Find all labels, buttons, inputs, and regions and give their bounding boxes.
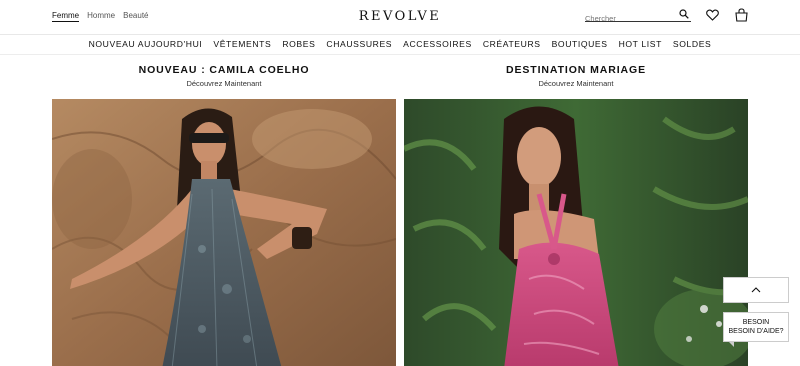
- nav-vetements[interactable]: VÊTEMENTS: [213, 39, 271, 49]
- chevron-up-icon: [751, 287, 761, 293]
- search-icon[interactable]: [679, 9, 689, 19]
- promo-camila-coelho[interactable]: NOUVEAU : CAMILA COELHO Découvrez Mainte…: [52, 64, 396, 366]
- heart-icon[interactable]: [706, 9, 719, 21]
- nav-hot-list[interactable]: HOT LIST: [619, 39, 662, 49]
- promo-title[interactable]: DESTINATION MARIAGE: [404, 64, 748, 76]
- nav-chaussures[interactable]: CHAUSSURES: [326, 39, 392, 49]
- nav-accessoires[interactable]: ACCESSOIRES: [403, 39, 472, 49]
- nav-soldes[interactable]: SOLDES: [673, 39, 711, 49]
- help-label-line2: BESOIN D'AIDE?: [728, 328, 784, 335]
- scroll-to-top-button[interactable]: [723, 277, 789, 303]
- promo-photo-camila[interactable]: [52, 99, 396, 366]
- promo-title[interactable]: NOUVEAU : CAMILA COELHO: [52, 64, 396, 76]
- bag-icon[interactable]: [735, 8, 748, 22]
- promo-photo-mariage[interactable]: [404, 99, 748, 366]
- top-bar: Femme Homme Beauté REVOLVE: [0, 0, 800, 34]
- promo-destination-mariage[interactable]: DESTINATION MARIAGE Découvrez Maintenant: [404, 64, 748, 366]
- model-photo-rock: [52, 99, 396, 366]
- nav-createurs[interactable]: CRÉATEURS: [483, 39, 541, 49]
- nav-nouveau-aujourdhui[interactable]: NOUVEAU AUJOURD'HUI: [89, 39, 203, 49]
- help-chat-button[interactable]: BESOIN BESOIN D'AIDE?: [723, 312, 789, 342]
- search-box: [585, 8, 691, 23]
- help-label-line1: BESOIN: [742, 319, 770, 326]
- nav-divider: [0, 54, 800, 55]
- promo-subtitle[interactable]: Découvrez Maintenant: [404, 79, 748, 88]
- promo-subtitle[interactable]: Découvrez Maintenant: [52, 79, 396, 88]
- model-photo-garden: [404, 99, 748, 366]
- nav-robes[interactable]: ROBES: [282, 39, 315, 49]
- help-bubble-tail: [728, 341, 734, 347]
- main-nav: NOUVEAU AUJOURD'HUI VÊTEMENTS ROBES CHAU…: [0, 34, 800, 54]
- search-input[interactable]: [585, 14, 675, 23]
- nav-boutiques[interactable]: BOUTIQUES: [552, 39, 608, 49]
